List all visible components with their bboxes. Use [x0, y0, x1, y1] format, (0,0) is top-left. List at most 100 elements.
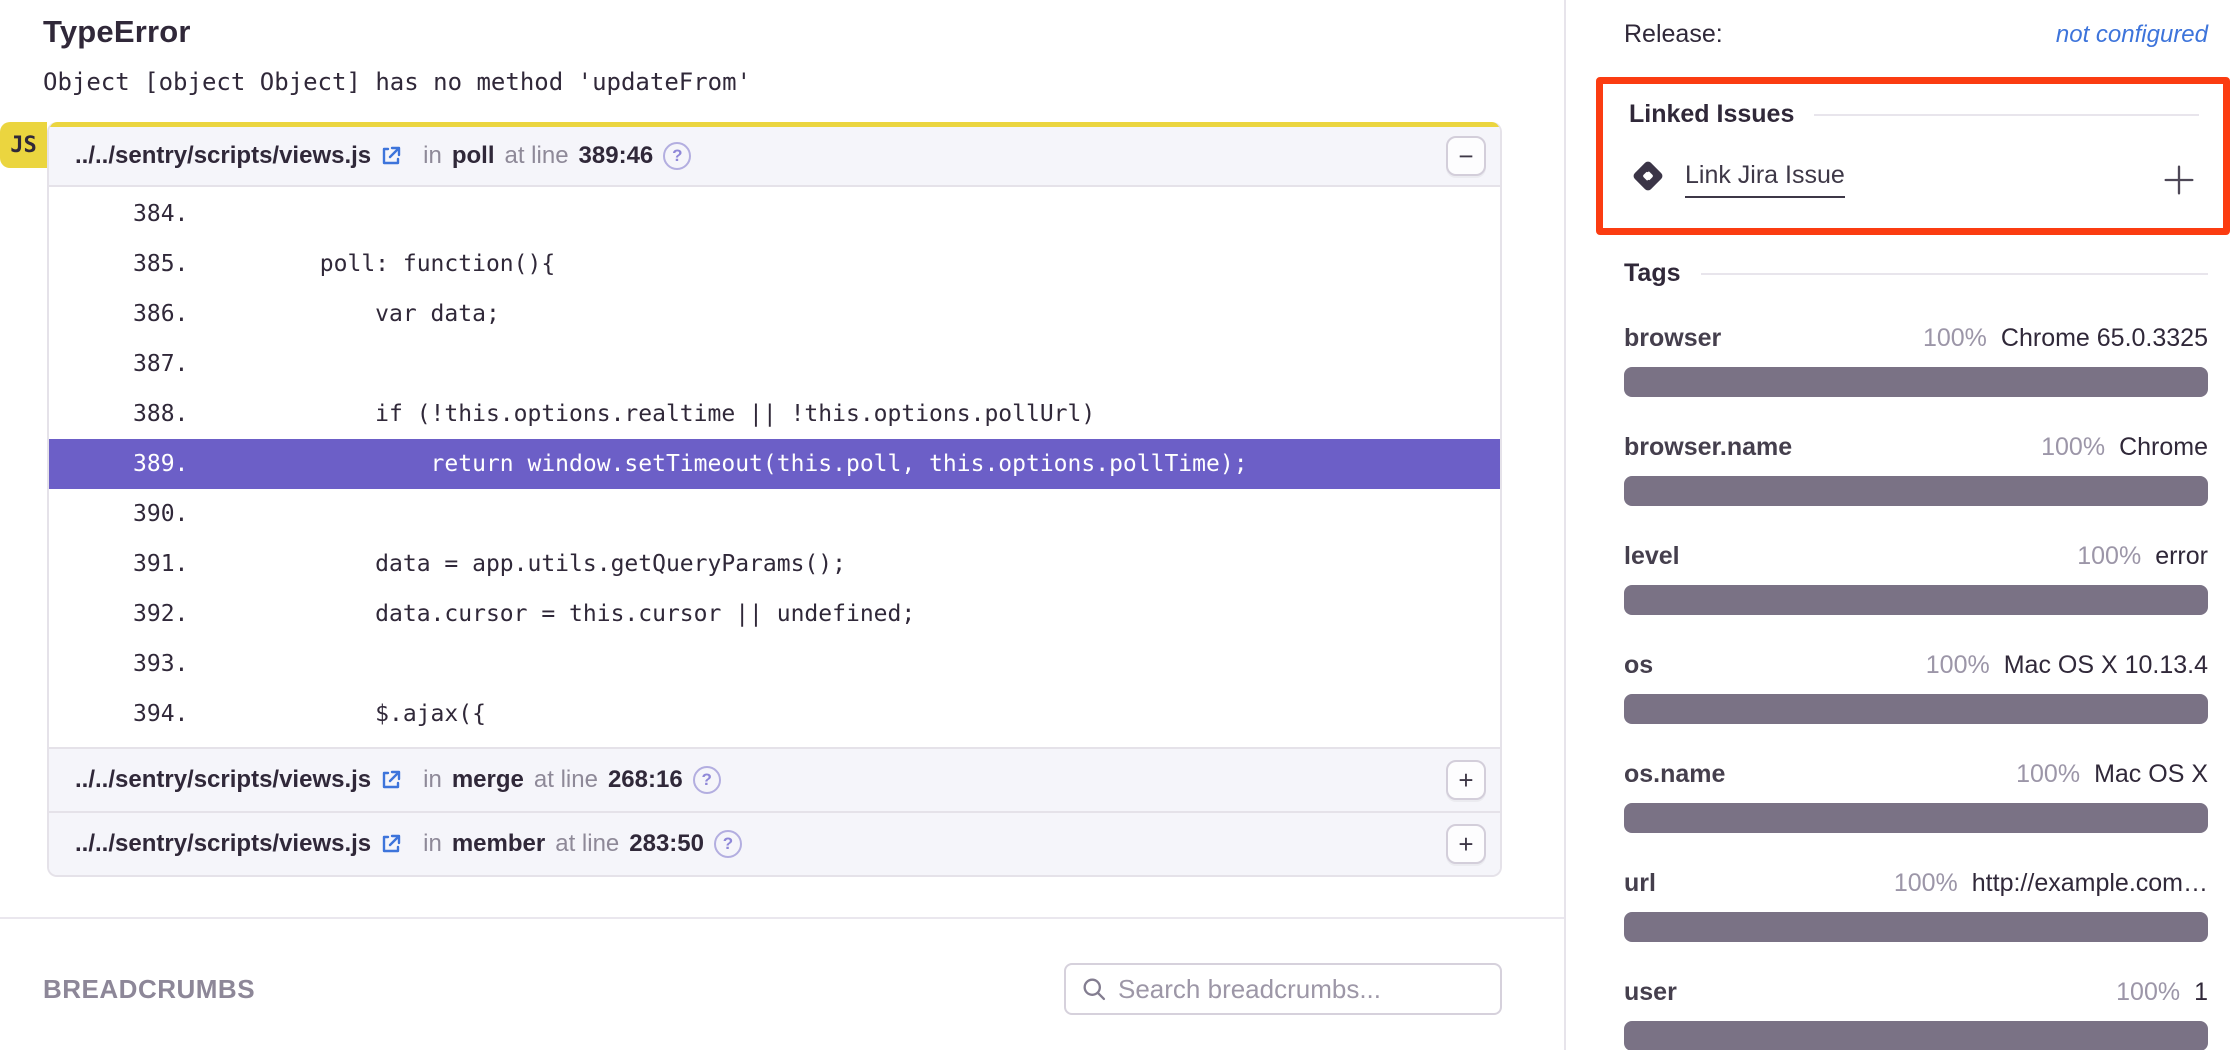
code-line-number: 392. — [49, 589, 209, 639]
link-jira-issue-row: Link Jira Issue — [1629, 157, 2199, 202]
code-line-text: $.ajax({ — [209, 689, 486, 739]
code-line-text: var data; — [209, 289, 500, 339]
heading-rule — [1701, 273, 2209, 275]
stacktrace: JS ../../sentry/scripts/views.js in poll — [47, 122, 1502, 877]
tags-title: Tags — [1624, 259, 1681, 288]
tag-value-link[interactable]: Chrome — [2119, 433, 2208, 462]
tag-distribution-bar — [1624, 694, 2208, 724]
tag-row: user 100% 1 — [1624, 978, 2208, 1050]
tag-distribution-bar — [1624, 476, 2208, 506]
code-line-text: poll: function(){ — [209, 239, 555, 289]
code-line: 390. — [49, 489, 1500, 539]
frame-path: ../../sentry/scripts/views.js — [75, 142, 371, 170]
jira-icon — [1629, 157, 1667, 202]
code-line: 394. $.ajax({ — [49, 689, 1500, 739]
source-code-context: 384. 385. poll: function(){ 386. — [49, 187, 1500, 747]
frame-path: ../../sentry/scripts/views.js — [75, 766, 371, 794]
tag-percent: 100% — [2116, 978, 2180, 1007]
frame-atline-label: at line — [555, 830, 619, 858]
code-line: 385. poll: function(){ — [49, 239, 1500, 289]
code-line-number: 386. — [49, 289, 209, 339]
tag-key-link[interactable]: url — [1624, 869, 1656, 898]
linked-issues-title: Linked Issues — [1629, 100, 1794, 129]
code-line-text: data.cursor = this.cursor || undefined; — [209, 589, 915, 639]
code-line: 393. — [49, 639, 1500, 689]
tag-percent: 100% — [1923, 324, 1987, 353]
search-breadcrumbs-input[interactable] — [1118, 974, 1486, 1005]
tag-key-link[interactable]: os — [1624, 651, 1653, 680]
breadcrumbs-title: BREADCRUMBS — [43, 974, 255, 1005]
tag-distribution-bar — [1624, 803, 2208, 833]
code-line-number: 390. — [49, 489, 209, 539]
code-line: 392. data.cursor = this.cursor || undefi… — [49, 589, 1500, 639]
tag-key-link[interactable]: browser — [1624, 324, 1721, 353]
tags-section: Tags browser 100% Chrome 65.0.3325 — [1624, 259, 2208, 1050]
tag-key-link[interactable]: user — [1624, 978, 1677, 1007]
frame-function: merge — [452, 766, 524, 794]
frame-function: poll — [452, 142, 495, 170]
sidebar: Release: not configured Linked Issues Li… — [1564, 0, 2234, 1050]
tag-row: url 100% http://example.com… — [1624, 869, 2208, 942]
frame-line-number: 283:50 — [629, 830, 704, 858]
breadcrumbs-search[interactable] — [1064, 963, 1502, 1015]
code-line-number: 393. — [49, 639, 209, 689]
add-linked-issue-button[interactable] — [2159, 160, 2199, 200]
tag-key-link[interactable]: os.name — [1624, 760, 1725, 789]
frame-header-poll[interactable]: ../../sentry/scripts/views.js in poll at… — [49, 127, 1500, 187]
tag-key-link[interactable]: level — [1624, 542, 1680, 571]
tag-value-link[interactable]: 1 — [2194, 978, 2208, 1007]
tag-distribution-bar — [1624, 1021, 2208, 1050]
tag-distribution-bar — [1624, 912, 2208, 942]
external-link-icon[interactable] — [379, 144, 403, 168]
tag-row: browser.name 100% Chrome — [1624, 433, 2208, 506]
code-line-number: 388. — [49, 389, 209, 439]
frame-header-merge[interactable]: ../../sentry/scripts/views.js in merge a… — [49, 747, 1500, 811]
tag-percent: 100% — [1894, 869, 1958, 898]
tag-value-link[interactable]: Mac OS X 10.13.4 — [2004, 651, 2208, 680]
stack-frame-collapsed: ../../sentry/scripts/views.js in merge a… — [49, 747, 1500, 811]
stack-frame-collapsed: ../../sentry/scripts/views.js in member … — [49, 811, 1500, 875]
frame-line-number: 268:16 — [608, 766, 683, 794]
tag-value-link[interactable]: Chrome 65.0.3325 — [2001, 324, 2208, 353]
tag-row: os.name 100% Mac OS X — [1624, 760, 2208, 833]
release-not-configured-link[interactable]: not configured — [2056, 21, 2208, 49]
external-link-icon[interactable] — [379, 768, 403, 792]
breadcrumbs-section: BREADCRUMBS — [0, 919, 1564, 1015]
code-line: 384. — [49, 189, 1500, 239]
code-line: 388. if (!this.options.realtime || !this… — [49, 389, 1500, 439]
frame-header-member[interactable]: ../../sentry/scripts/views.js in member … — [49, 811, 1500, 875]
code-line-number: 385. — [49, 239, 209, 289]
tag-percent: 100% — [1926, 651, 1990, 680]
frame-in-label: in — [423, 142, 442, 170]
external-link-icon[interactable] — [379, 832, 403, 856]
tag-row: os 100% Mac OS X 10.13.4 — [1624, 651, 2208, 724]
frame-function: member — [452, 830, 545, 858]
link-jira-issue-link[interactable]: Link Jira Issue — [1685, 161, 1845, 198]
tag-value-link[interactable]: error — [2155, 542, 2208, 571]
tags-list: browser 100% Chrome 65.0.3325 browser.na… — [1624, 324, 2208, 1050]
expand-frame-button[interactable]: + — [1446, 824, 1486, 864]
search-icon — [1080, 975, 1108, 1003]
exception-type-title: TypeError — [43, 14, 1564, 50]
code-line-text: return window.setTimeout(this.poll, this… — [209, 439, 1248, 489]
tag-value-link[interactable]: http://example.com… — [1972, 869, 2208, 898]
exception-message: Object [object Object] has no method 'up… — [43, 68, 1564, 96]
expand-frame-button[interactable]: + — [1446, 760, 1486, 800]
frame-atline-label: at line — [534, 766, 598, 794]
tag-key-link[interactable]: browser.name — [1624, 433, 1792, 462]
help-icon[interactable]: ? — [714, 830, 742, 858]
tag-value-link[interactable]: Mac OS X — [2094, 760, 2208, 789]
stack-frame-expanded: ../../sentry/scripts/views.js in poll at… — [49, 127, 1500, 747]
tag-row: browser 100% Chrome 65.0.3325 — [1624, 324, 2208, 397]
frame-path: ../../sentry/scripts/views.js — [75, 830, 371, 858]
help-icon[interactable]: ? — [663, 142, 691, 170]
help-icon[interactable]: ? — [693, 766, 721, 794]
collapse-frame-button[interactable]: − — [1446, 136, 1486, 176]
code-line-number: 387. — [49, 339, 209, 389]
code-line: 386. var data; — [49, 289, 1500, 339]
code-line-text: if (!this.options.realtime || !this.opti… — [209, 389, 1095, 439]
frame-line-number: 389:46 — [579, 142, 654, 170]
tag-percent: 100% — [2041, 433, 2105, 462]
code-line: 391. data = app.utils.getQueryParams(); — [49, 539, 1500, 589]
code-line-text: data = app.utils.getQueryParams(); — [209, 539, 846, 589]
